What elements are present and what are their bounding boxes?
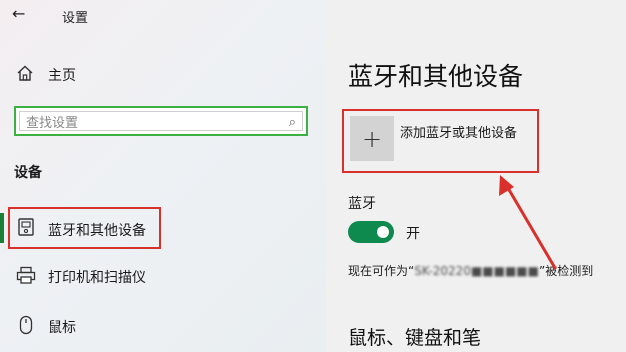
selected-indicator <box>0 213 4 243</box>
sidebar-item-printers[interactable]: 打印机和扫描仪 <box>48 267 146 287</box>
discoverable-prefix: 现在可作为“ <box>348 264 415 278</box>
device-name: SK-20220■■■■■■ <box>414 264 539 278</box>
back-arrow-icon[interactable]: ← <box>12 4 25 23</box>
window-title: 设置 <box>62 11 89 26</box>
main-content: 蓝牙和其他设备 + 添加蓝牙或其他设备 蓝牙 开 现在可作为“SK-20220■… <box>326 0 626 352</box>
search-box-highlight: ⌕ <box>14 106 308 136</box>
add-device-label[interactable]: 添加蓝牙或其他设备 <box>400 122 517 141</box>
bluetooth-toggle[interactable] <box>348 221 394 243</box>
bluetooth-state-text: 开 <box>406 226 420 242</box>
sidebar-item-mouse[interactable]: 鼠标 <box>48 317 76 337</box>
settings-sidebar: ← 设置 主页 ⌕ 设备 蓝牙和其他设备 打印机和扫描仪 鼠标 <box>0 0 326 352</box>
page-title: 蓝牙和其他设备 <box>348 62 524 91</box>
add-device-button[interactable]: + <box>350 116 394 161</box>
bluetooth-label: 蓝牙 <box>348 196 376 212</box>
home-icon[interactable] <box>16 64 34 82</box>
discoverable-suffix: ”被检测到 <box>538 264 594 278</box>
sidebar-item-bluetooth[interactable]: 蓝牙和其他设备 <box>48 220 146 240</box>
search-input[interactable] <box>26 115 266 131</box>
home-link[interactable]: 主页 <box>48 65 76 85</box>
search-icon[interactable]: ⌕ <box>289 115 296 130</box>
plus-icon: + <box>361 124 383 153</box>
discoverable-status: 现在可作为“SK-20220■■■■■■”被检测到 <box>348 262 593 279</box>
search-box[interactable]: ⌕ <box>19 111 303 131</box>
mouse-icon <box>19 315 33 335</box>
toggle-knob <box>377 226 389 238</box>
section-heading-mouse-keyboard-pen: 鼠标、键盘和笔 <box>348 327 482 349</box>
printer-icon <box>16 266 36 284</box>
bluetooth-devices-icon <box>18 218 34 236</box>
section-heading-devices: 设备 <box>14 165 42 181</box>
